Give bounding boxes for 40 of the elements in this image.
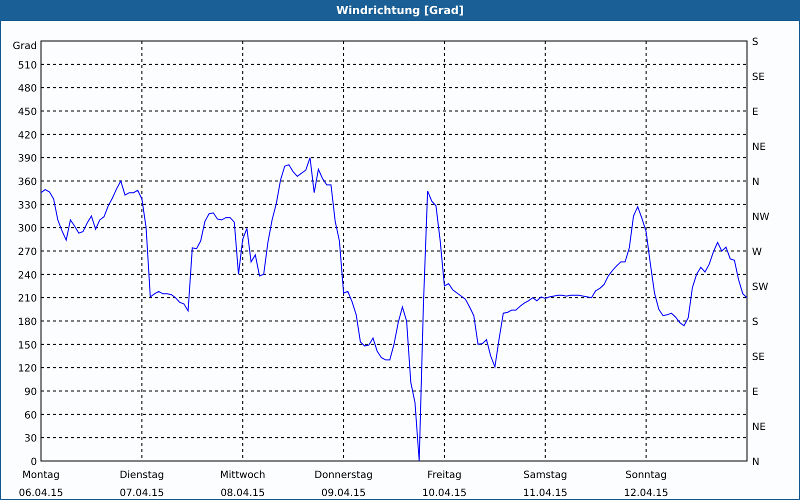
y-tick-label: 330 bbox=[18, 200, 37, 212]
x-tick-label: Freitag 10.04.15 bbox=[422, 470, 467, 499]
y-tick-label: 510 bbox=[18, 60, 37, 72]
y-tick-label: 240 bbox=[18, 270, 37, 282]
direction-label: SE bbox=[752, 72, 765, 83]
direction-label: SW bbox=[752, 282, 768, 293]
y-tick-label: 360 bbox=[18, 177, 37, 188]
direction-label: E bbox=[752, 387, 758, 398]
y-tick-label: 300 bbox=[18, 224, 37, 235]
direction-label: S bbox=[752, 317, 758, 328]
direction-label: N bbox=[752, 457, 760, 468]
x-tick-label: Dienstag 07.04.15 bbox=[120, 470, 164, 499]
direction-label: E bbox=[752, 107, 758, 118]
y-axis-title: Grad bbox=[12, 41, 37, 52]
y-tick-label: 60 bbox=[24, 410, 37, 422]
x-tick-label: Samstag 11.04.15 bbox=[523, 470, 568, 499]
y-tick-label: 420 bbox=[18, 130, 37, 142]
y-tick-label: 390 bbox=[18, 154, 37, 165]
direction-label: SE bbox=[752, 352, 765, 363]
x-tick-label: Montag 06.04.15 bbox=[18, 470, 64, 499]
direction-label: NW bbox=[752, 212, 770, 223]
direction-label: S bbox=[752, 37, 758, 48]
y-tick-label: 210 bbox=[18, 294, 37, 305]
direction-label: NE bbox=[752, 142, 766, 153]
y-tick-label: 0 bbox=[30, 457, 37, 468]
y-tick-label: 30 bbox=[24, 434, 37, 445]
y-tick-label: 150 bbox=[18, 340, 37, 352]
y-tick-label: 180 bbox=[18, 317, 37, 328]
direction-label: NE bbox=[752, 422, 766, 433]
x-tick-label: Mittwoch 08.04.15 bbox=[220, 470, 266, 499]
y-tick-label: 120 bbox=[18, 364, 37, 375]
x-tick-label: Donnerstag 09.04.15 bbox=[314, 470, 373, 499]
y-tick-label: 90 bbox=[24, 387, 37, 398]
y-tick-label: 270 bbox=[18, 247, 37, 258]
window-title: Windrichtung [Grad] bbox=[336, 2, 464, 19]
direction-label: N bbox=[752, 177, 760, 188]
y-tick-label: 480 bbox=[18, 84, 37, 95]
x-tick-label: Sonntag 12.04.15 bbox=[624, 470, 668, 499]
y-tick-label: 450 bbox=[18, 107, 37, 118]
direction-label: W bbox=[752, 247, 762, 258]
